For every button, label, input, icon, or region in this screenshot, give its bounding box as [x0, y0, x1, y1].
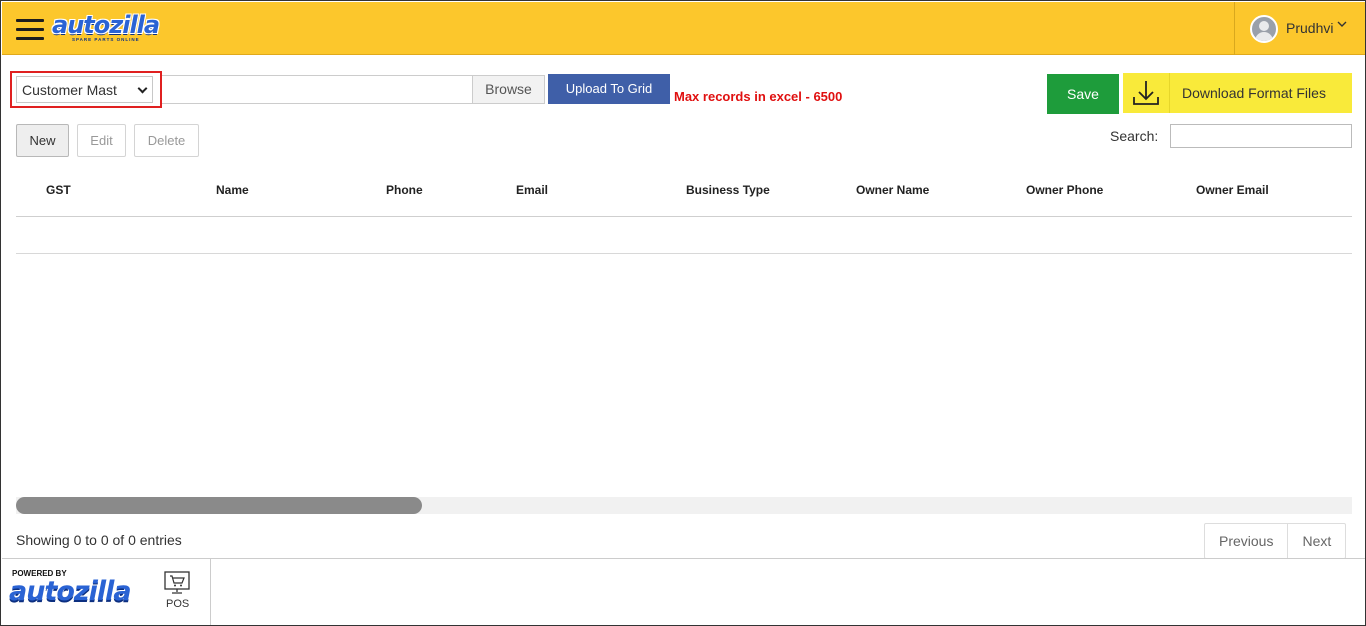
column-header-name[interactable]: Name — [216, 183, 249, 197]
brand-logo-text: autozilla — [52, 11, 160, 39]
entries-info: Showing 0 to 0 of 0 entries — [16, 532, 182, 548]
user-menu[interactable]: Prudhvi — [1234, 2, 1365, 55]
master-type-select-value: Customer Mast — [22, 82, 117, 98]
next-page-button[interactable]: Next — [1288, 524, 1345, 558]
footer-bar: POWERED BY autozilla POS — [2, 558, 1365, 625]
pos-shortcut[interactable]: POS — [158, 569, 196, 615]
pagination: Previous Next — [1204, 523, 1347, 559]
column-header-gst[interactable]: GST — [46, 183, 71, 197]
master-select-highlight: Customer Mast — [10, 71, 162, 108]
column-header-phone[interactable]: Phone — [386, 183, 423, 197]
column-header-owner-email[interactable]: Owner Email — [1196, 183, 1269, 197]
top-header: autozilla SPARE PARTS ONLINE Prudhvi — [2, 2, 1365, 55]
download-format-files-button[interactable]: Download Format Files — [1123, 73, 1352, 113]
footer-brand-area: POWERED BY autozilla POS — [2, 559, 211, 625]
user-name: Prudhvi — [1286, 20, 1334, 36]
download-icon — [1123, 73, 1170, 113]
new-button[interactable]: New — [16, 124, 69, 157]
horizontal-scrollbar[interactable] — [16, 497, 1352, 514]
master-type-select[interactable]: Customer Mast — [16, 76, 153, 103]
hamburger-menu-icon[interactable] — [16, 19, 44, 41]
edit-button[interactable]: Edit — [77, 124, 126, 157]
download-format-files-label: Download Format Files — [1182, 85, 1326, 101]
search-label: Search: — [1110, 128, 1159, 144]
column-header-owner-name[interactable]: Owner Name — [856, 183, 929, 197]
file-path-input[interactable] — [162, 75, 473, 104]
max-records-note: Max records in excel - 6500 — [674, 89, 843, 104]
previous-page-button[interactable]: Previous — [1205, 524, 1289, 558]
delete-button[interactable]: Delete — [134, 124, 199, 157]
browse-button[interactable]: Browse — [472, 75, 545, 104]
app-window: autozilla SPARE PARTS ONLINE Prudhvi Cus… — [0, 0, 1366, 626]
chevron-down-icon — [1337, 19, 1347, 31]
scrollbar-thumb[interactable] — [16, 497, 422, 514]
footer-logo: autozilla — [9, 576, 132, 607]
brand-tagline: SPARE PARTS ONLINE — [72, 37, 140, 42]
table-header-row: GST Name Phone Email Business Type Owner… — [16, 169, 1352, 217]
table-empty-row — [16, 217, 1352, 254]
pos-terminal-icon — [164, 571, 190, 594]
column-header-business-type[interactable]: Business Type — [686, 183, 770, 197]
brand-logo[interactable]: autozilla SPARE PARTS ONLINE — [52, 11, 160, 47]
search-input[interactable] — [1170, 124, 1352, 148]
upload-to-grid-button[interactable]: Upload To Grid — [548, 74, 670, 104]
column-header-owner-phone[interactable]: Owner Phone — [1026, 183, 1103, 197]
chevron-down-icon — [137, 83, 148, 94]
user-avatar-icon — [1250, 15, 1278, 43]
column-header-email[interactable]: Email — [516, 183, 548, 197]
pos-label: POS — [166, 598, 190, 610]
save-button[interactable]: Save — [1047, 74, 1119, 114]
